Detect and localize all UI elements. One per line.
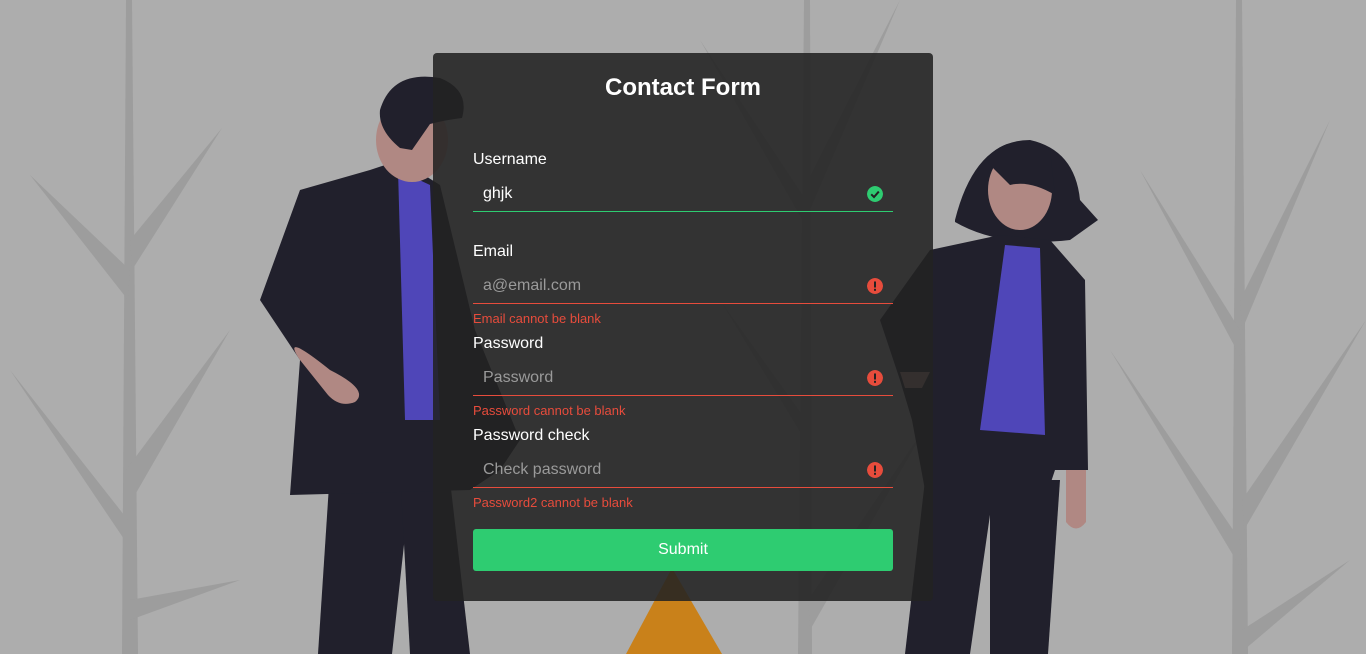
check-circle-icon — [867, 186, 883, 202]
right-tree — [1110, 0, 1366, 654]
email-label: Email — [473, 243, 514, 260]
password-check-error-message: Password2 cannot be blank — [473, 495, 633, 510]
password-check-input[interactable] — [473, 452, 893, 488]
exclamation-circle-icon — [867, 278, 883, 294]
email-error-message: Email cannot be blank — [473, 311, 601, 326]
submit-button[interactable]: Submit — [473, 529, 893, 571]
exclamation-circle-icon — [867, 370, 883, 386]
exclamation-circle-icon — [867, 462, 883, 478]
username-input-wrap — [473, 176, 893, 212]
email-input[interactable] — [473, 268, 893, 304]
password-input-wrap — [473, 360, 893, 396]
password-check-field-group: Password check Password2 cannot be blank — [473, 427, 893, 510]
email-field-group: Email Email cannot be blank — [473, 243, 893, 326]
username-field-group: Username — [473, 151, 893, 212]
username-input[interactable] — [473, 176, 893, 212]
username-label: Username — [473, 151, 547, 168]
contact-form-card: Contact Form Username Email Email cannot… — [433, 53, 933, 601]
left-tree — [10, 0, 240, 654]
password-input[interactable] — [473, 360, 893, 396]
password-check-input-wrap — [473, 452, 893, 488]
password-check-label: Password check — [473, 427, 590, 444]
form-title: Contact Form — [605, 74, 761, 101]
password-error-message: Password cannot be blank — [473, 403, 626, 418]
password-label: Password — [473, 335, 544, 352]
password-field-group: Password Password cannot be blank — [473, 335, 893, 418]
email-input-wrap — [473, 268, 893, 304]
